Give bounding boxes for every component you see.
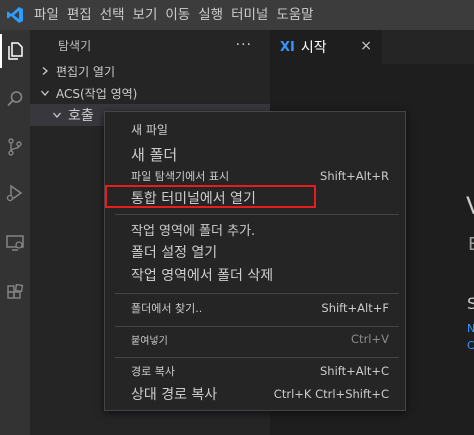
- menu-item-remove-folder-from-workspace[interactable]: 작업 영역에서 폴더 삭제: [105, 264, 405, 286]
- welcome-new-file-link[interactable]: N: [467, 322, 474, 335]
- sidebar-header: 탐색기 ···: [30, 30, 270, 60]
- menu-item-label: 붙여넣기: [131, 335, 168, 347]
- menu-item-label: 작업 영역에 폴더 추가.: [131, 223, 256, 239]
- menu-item-shortcut: Shift+Alt+C: [319, 364, 389, 378]
- menu-item-reveal-in-explorer[interactable]: 파일 탐색기에서 표시 Shift+Alt+R: [105, 165, 405, 187]
- menu-selection[interactable]: 선택: [96, 0, 129, 30]
- menu-item-label: 파일 탐색기에서 표시: [131, 170, 230, 183]
- menu-separator: [115, 293, 399, 294]
- menu-item-label: 폴더 설정 열기: [131, 245, 218, 261]
- welcome-subtitle: E: [468, 234, 474, 255]
- menu-item-label: 폴더에서 찾기..: [131, 302, 203, 315]
- menu-item-new-file[interactable]: 새 파일: [105, 118, 405, 140]
- tab-welcome[interactable]: XI 시작 ×: [270, 30, 382, 64]
- highlight-box: [105, 185, 316, 208]
- workspace-label: ACS(작업 영역): [56, 86, 138, 101]
- source-control-icon[interactable]: [0, 130, 30, 164]
- vscode-logo-icon: [0, 0, 30, 30]
- chevron-down-icon: [50, 110, 64, 120]
- files-icon[interactable]: [0, 34, 30, 68]
- menu-file[interactable]: 파일: [30, 0, 63, 30]
- menu-item-label: 새 폴더: [131, 145, 178, 164]
- run-debug-icon[interactable]: [0, 176, 30, 210]
- menu-terminal[interactable]: 터미널: [227, 0, 272, 30]
- welcome-tab-icon: XI: [280, 39, 295, 55]
- more-actions-icon[interactable]: ···: [236, 37, 252, 53]
- menu-separator: [115, 326, 399, 327]
- menu-item-label: 작업 영역에서 폴더 삭제: [131, 268, 274, 284]
- welcome-title: V: [466, 192, 474, 220]
- chevron-down-icon: [38, 88, 52, 98]
- menu-item-label: 새 파일: [131, 122, 168, 137]
- menu-item-label: 경로 복사: [131, 365, 175, 378]
- workspace-section[interactable]: ACS(작업 영역): [30, 82, 270, 104]
- folder-label: 호출: [68, 108, 94, 124]
- close-icon[interactable]: ×: [360, 38, 372, 54]
- menu-item-shortcut: Shift+Alt+R: [320, 169, 389, 183]
- menu-item-copy-path[interactable]: 경로 복사 Shift+Alt+C: [105, 360, 405, 382]
- welcome-start-heading: S: [467, 294, 474, 313]
- menu-item-shortcut: Ctrl+K Ctrl+Shift+C: [273, 387, 389, 401]
- chevron-right-icon: [38, 66, 52, 76]
- title-bar: 파일 편집 선택 보기 이동 실행 터미널 도움말: [0, 0, 474, 30]
- menu-item-paste: 붙여넣기 Ctrl+V: [105, 328, 405, 350]
- menu-item-label: 상대 경로 복사: [131, 387, 218, 403]
- menu-go[interactable]: 이동: [161, 0, 194, 30]
- menu-item-shortcut: Ctrl+V: [351, 332, 389, 346]
- menu-item-open-folder-settings[interactable]: 폴더 설정 열기: [105, 241, 405, 263]
- menu-separator: [115, 214, 399, 215]
- extensions-icon[interactable]: [0, 276, 30, 310]
- sidebar-title: 탐색기: [58, 38, 92, 53]
- search-icon[interactable]: [0, 82, 30, 116]
- explorer-context-menu: 새 파일 새 폴더 파일 탐색기에서 표시 Shift+Alt+R 통합 터미널…: [104, 111, 406, 411]
- menu-view[interactable]: 보기: [129, 0, 162, 30]
- menu-item-add-folder-to-workspace[interactable]: 작업 영역에 폴더 추가.: [105, 218, 405, 240]
- menu-bar: 파일 편집 선택 보기 이동 실행 터미널 도움말: [30, 0, 318, 30]
- menu-item-copy-relative-path[interactable]: 상대 경로 복사 Ctrl+K Ctrl+Shift+C: [105, 383, 405, 405]
- tab-label: 시작: [300, 40, 327, 56]
- menu-item-find-in-folder[interactable]: 폴더에서 찾기.. Shift+Alt+F: [105, 297, 405, 319]
- menu-help[interactable]: 도움말: [272, 0, 317, 30]
- welcome-clone-link[interactable]: C: [467, 339, 474, 352]
- activity-bar: [0, 30, 30, 435]
- menu-item-new-folder[interactable]: 새 폴더: [105, 143, 405, 165]
- menu-edit[interactable]: 편집: [63, 0, 96, 30]
- menu-separator: [115, 357, 399, 358]
- open-editors-section[interactable]: 편집기 열기: [30, 60, 270, 82]
- menu-item-shortcut: Shift+Alt+F: [321, 301, 389, 315]
- menu-run[interactable]: 실행: [194, 0, 227, 30]
- remote-explorer-icon[interactable]: [0, 226, 30, 260]
- open-editors-label: 편집기 열기: [56, 64, 116, 79]
- tab-bar: XI 시작 ×: [270, 30, 474, 64]
